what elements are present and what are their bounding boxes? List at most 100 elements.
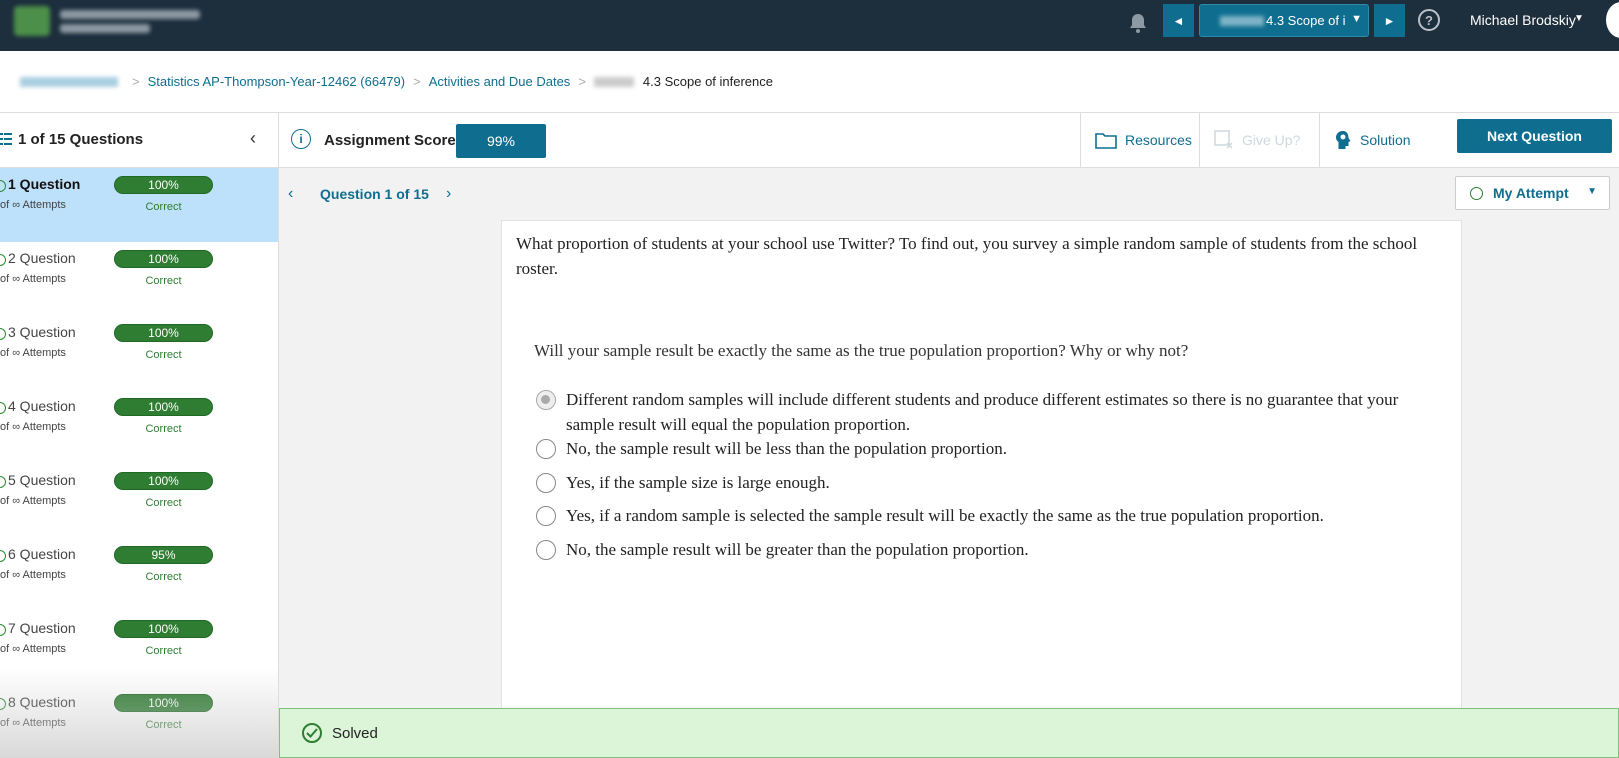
question-item-title: 4 Question [8,398,76,414]
answer-option-text: Yes, if a random sample is selected the … [566,506,1324,525]
answer-option-text: No, the sample result will be greater th… [566,540,1029,559]
sidebar-question-item[interactable]: 7 Question of ∞ Attempts 100% Correct [0,612,278,686]
radio-button[interactable] [536,439,556,459]
solved-label: Solved [332,724,378,742]
previous-assignment-button[interactable]: ◄ [1163,4,1194,37]
radio-button[interactable] [536,390,556,410]
check-circle-icon [1470,186,1483,200]
question-item-attempts: of ∞ Attempts [0,717,66,729]
next-question-button[interactable]: Next Question [1457,119,1612,153]
question-item-title: 3 Question [8,324,76,340]
answer-option[interactable]: Yes, if a random sample is selected the … [536,503,1416,528]
chevron-right-icon[interactable]: › [446,185,451,203]
assignment-score-label: Assignment Score: [324,132,461,149]
radio-button[interactable] [536,506,556,526]
sidebar-question-item[interactable]: 6 Question of ∞ Attempts 95% Correct [0,538,278,612]
question-item-status: Correct [145,719,182,731]
question-item-status: Correct [145,349,182,361]
question-item-score: 100% [114,472,213,490]
question-item-title: 8 Question [8,694,76,710]
question-panel: What proportion of students at your scho… [501,220,1462,758]
solution-button[interactable]: Solution [1319,113,1439,167]
sidebar-header: 1 of 15 Questions ‹ [0,113,278,168]
question-item-score: 100% [114,694,213,712]
breadcrumb: > Statistics AP-Thompson-Year-12462 (664… [0,51,1619,113]
head-lightbulb-icon [1336,131,1351,149]
radio-button[interactable] [536,540,556,560]
question-item-score: 100% [114,176,213,194]
breadcrumb-separator: > [413,74,421,89]
question-item-title: 5 Question [8,472,76,488]
info-icon[interactable]: i [291,129,311,149]
assignment-select[interactable]: 4.3 Scope of i ▼ [1199,4,1369,37]
question-item-score: 100% [114,620,213,638]
question-item-title: 1 Question [8,176,81,192]
question-prompt: Will your sample result be exactly the s… [534,341,1189,360]
answer-option-text: Different random samples will include di… [566,390,1399,434]
my-attempt-dropdown[interactable]: My Attempt ▼ [1455,176,1610,210]
breadcrumb-separator: > [132,74,140,89]
breadcrumb-blurred-text [593,76,634,87]
answer-option[interactable]: No, the sample result will be less than … [536,436,1416,461]
question-counter: Question 1 of 15 [320,186,429,202]
question-stem: What proportion of students at your scho… [516,234,1418,278]
bell-icon[interactable] [1127,12,1149,34]
chevron-left-icon[interactable]: ‹ [250,128,256,149]
assignment-toolbar: i Assignment Score: 99% Resources Give U… [279,113,1619,168]
avatar[interactable] [1606,2,1619,38]
question-item-score: 95% [114,546,213,564]
question-item-attempts: of ∞ Attempts [0,347,66,359]
question-item-score: 100% [114,250,213,268]
question-item-title: 6 Question [8,546,76,562]
user-menu[interactable]: Michael Brodskiy [1470,12,1576,28]
sidebar-question-item[interactable]: 5 Question of ∞ Attempts 100% Correct [0,464,278,538]
resources-button[interactable]: Resources [1080,113,1199,167]
sidebar-question-item[interactable]: 2 Question of ∞ Attempts 100% Correct [0,242,278,316]
logo-text-blurred [60,9,200,33]
solved-banner: Solved [279,708,1619,758]
breadcrumb-current: 4.3 Scope of inference [642,74,773,89]
give-up-icon [1214,130,1233,149]
logo-mark [14,6,50,36]
sidebar-title: 1 of 15 Questions [18,131,144,148]
question-item-status: Correct [145,571,182,583]
folder-icon [1095,133,1117,149]
check-circle-icon [302,723,322,743]
chevron-left-icon[interactable]: ‹ [288,185,293,203]
top-bar: ◄ 4.3 Scope of i ▼ ► ? Michael Brodskiy … [0,0,1619,51]
answer-option[interactable]: Different random samples will include di… [536,387,1416,437]
assignment-select-label: 4.3 Scope of i [1266,13,1346,28]
radio-button[interactable] [536,473,556,493]
question-item-attempts: of ∞ Attempts [0,199,66,211]
sidebar-question-item[interactable]: 4 Question of ∞ Attempts 100% Correct [0,390,278,464]
check-circle-icon [0,550,6,562]
question-item-attempts: of ∞ Attempts [0,495,66,507]
check-circle-icon [0,254,6,266]
chevron-down-icon: ▼ [1351,13,1362,25]
caret-down-icon[interactable]: ▼ [1574,13,1584,24]
sidebar-question-item[interactable]: 1 Question of ∞ Attempts 100% Correct [0,168,278,242]
sidebar-question-item[interactable]: 3 Question of ∞ Attempts 100% Correct [0,316,278,390]
breadcrumb-section[interactable]: Activities and Due Dates [429,74,571,89]
answer-option[interactable]: Yes, if the sample size is large enough. [536,470,1416,495]
sidebar-question-item[interactable]: 8 Question of ∞ Attempts 100% Correct [0,686,278,758]
question-item-status: Correct [145,645,182,657]
answer-option[interactable]: No, the sample result will be greater th… [536,537,1416,562]
give-up-label: Give Up? [1242,132,1301,148]
breadcrumb-course[interactable]: Statistics AP-Thompson-Year-12462 (66479… [148,74,406,89]
next-assignment-button[interactable]: ► [1374,4,1405,37]
brand-logo[interactable] [14,4,204,38]
question-item-status: Correct [145,201,182,213]
question-item-status: Correct [145,275,182,287]
breadcrumb-home-blurred[interactable] [20,76,118,87]
help-icon[interactable]: ? [1418,9,1440,31]
question-item-attempts: of ∞ Attempts [0,569,66,581]
question-item-attempts: of ∞ Attempts [0,643,66,655]
question-sidebar: 1 of 15 Questions ‹ 1 Question of ∞ Attem… [0,113,279,758]
question-item-score: 100% [114,324,213,342]
question-item-status: Correct [145,423,182,435]
check-circle-icon [0,698,6,710]
assignment-score-badge: 99% [456,124,546,158]
give-up-button[interactable]: Give Up? [1199,113,1319,167]
question-item-score: 100% [114,398,213,416]
